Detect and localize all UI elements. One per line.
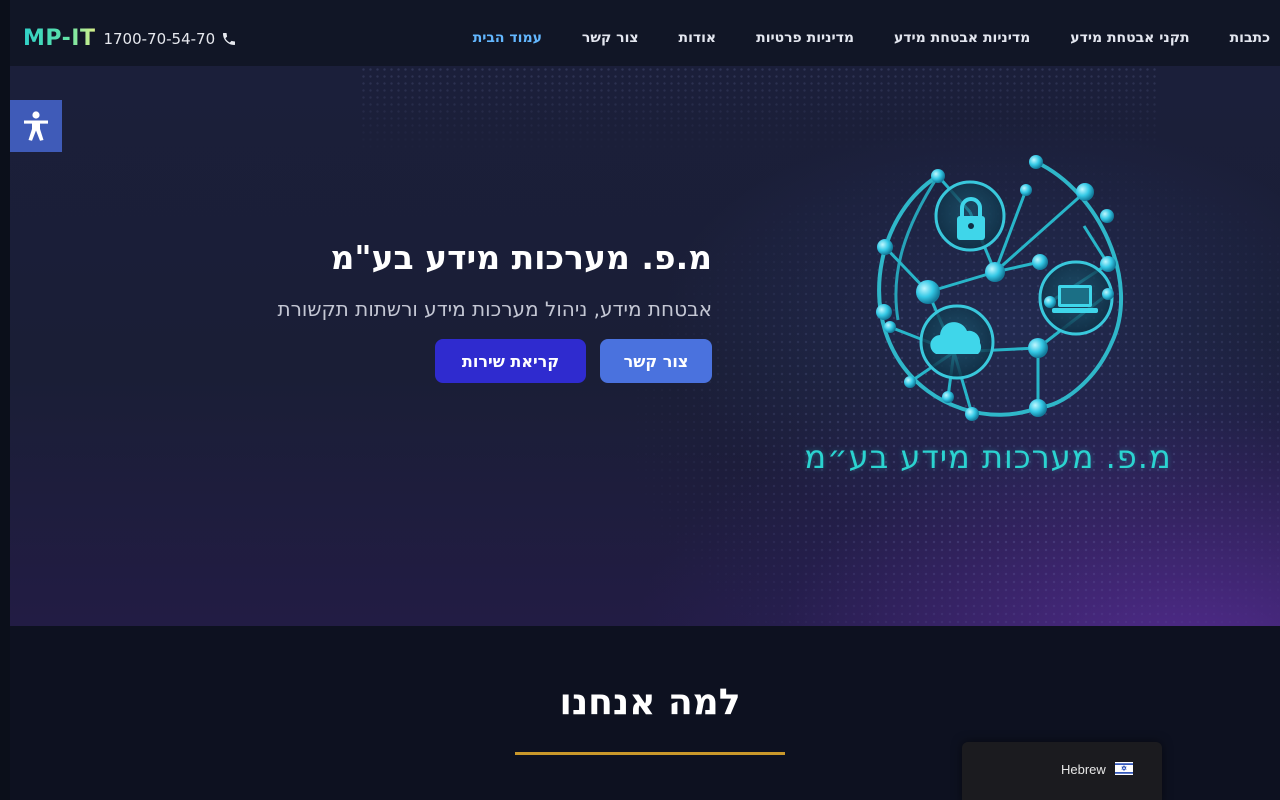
israel-flag-icon xyxy=(1115,762,1133,775)
language-switcher[interactable]: Hebrew xyxy=(962,742,1162,800)
language-label: Hebrew xyxy=(1061,762,1106,777)
hero-buttons: צור קשר קריאת שירות xyxy=(192,339,712,383)
phone-icon xyxy=(223,32,236,45)
nav-about[interactable]: אודות xyxy=(679,30,717,46)
hero-subtitle: אבטחת מידע, ניהול מערכות מידע ורשתות תקש… xyxy=(277,297,712,321)
nav-home[interactable]: עמוד הבית xyxy=(473,30,542,46)
hero-text-block: מ.פ. מערכות מידע בע"מ אבטחת מידע, ניהול … xyxy=(192,238,712,383)
accessibility-button[interactable] xyxy=(10,100,62,152)
phone-number: 1700-70-54-70 xyxy=(103,29,216,48)
hero-dot-pattern-top xyxy=(360,66,1160,156)
nav-articles[interactable]: כתבות xyxy=(1230,30,1270,46)
nav-privacy-policy[interactable]: מדיניות פרטיות xyxy=(756,30,854,46)
service-call-button[interactable]: קריאת שירות xyxy=(435,339,586,383)
contact-button[interactable]: צור קשר xyxy=(600,339,712,383)
hero-logo-text: מ.פ. מערכות מידע בע״מ xyxy=(804,438,1172,476)
main-nav: עמוד הבית צור קשר אודות מדיניות פרטיות מ… xyxy=(473,30,1270,46)
site-header: MP-IT 1700-70-54-70 עמוד הבית צור קשר או… xyxy=(10,0,1280,66)
brand-area: MP-IT 1700-70-54-70 xyxy=(23,26,237,51)
phone-link[interactable]: 1700-70-54-70 xyxy=(103,30,237,48)
why-us-title: למה אנחנו xyxy=(559,682,741,723)
nav-security-policy[interactable]: מדיניות אבטחת מידע xyxy=(894,30,1030,46)
network-globe-icon xyxy=(876,155,1123,421)
hero-section: מ.פ. מערכות מידע בע"מ אבטחת מידע, ניהול … xyxy=(10,66,1280,626)
why-us-divider xyxy=(515,752,785,755)
site-logo[interactable]: MP-IT xyxy=(23,26,95,51)
hero-title: מ.פ. מערכות מידע בע"מ xyxy=(330,238,712,277)
nav-security-standards[interactable]: תקני אבטחת מידע xyxy=(1070,30,1189,46)
nav-contact[interactable]: צור קשר xyxy=(582,30,639,46)
left-edge-strip xyxy=(0,0,10,800)
accessibility-icon xyxy=(24,111,48,141)
